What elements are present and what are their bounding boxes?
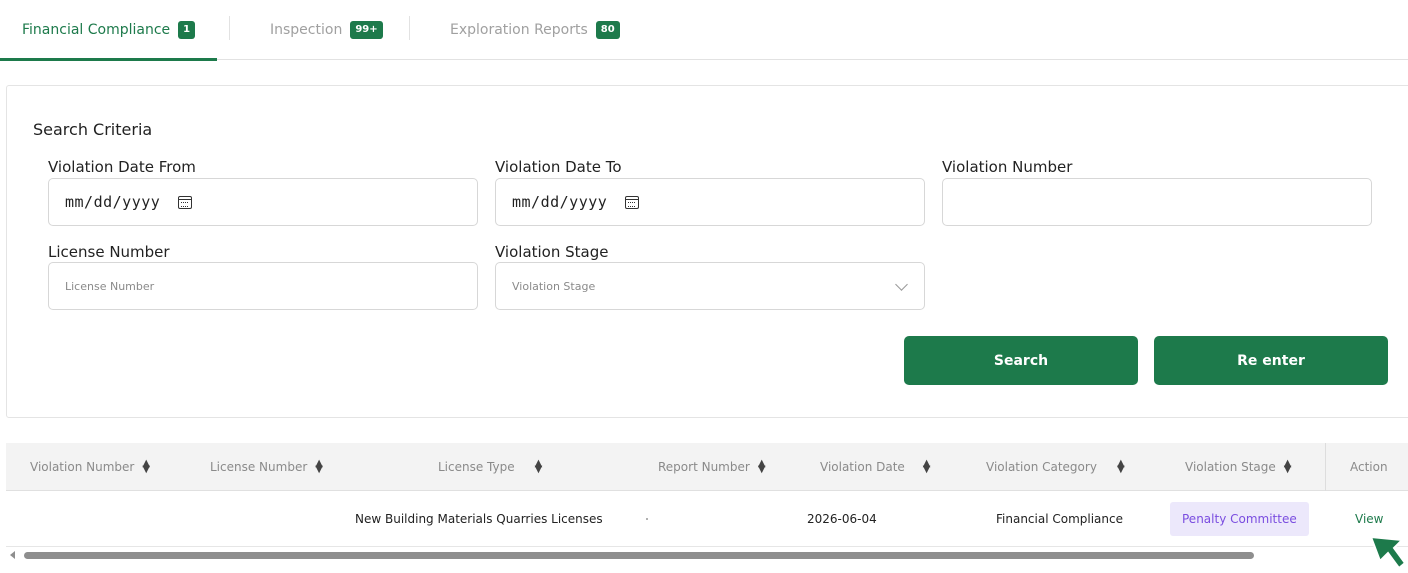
- header-report-number[interactable]: Report Number ▲ ▼: [658, 443, 766, 491]
- violation-number-label: Violation Number: [942, 158, 1073, 176]
- status-badge: Penalty Committee: [1170, 502, 1309, 536]
- cell-violation-stage: Penalty Committee: [1170, 491, 1309, 547]
- sort-icon[interactable]: ▲ ▼: [535, 459, 543, 475]
- cell-report-number: [646, 491, 648, 547]
- header-label: License Number: [210, 460, 308, 474]
- cell-violation-category: Financial Compliance: [996, 512, 1123, 526]
- tab-count-badge: 1: [178, 21, 196, 39]
- header-license-number[interactable]: License Number ▲ ▼: [210, 443, 323, 491]
- tab-divider: [409, 16, 410, 40]
- column-divider: [1325, 443, 1326, 491]
- header-license-type[interactable]: License Type ▲ ▼: [438, 443, 542, 491]
- header-label: Violation Number: [30, 460, 135, 474]
- mouse-pointer-icon: [1369, 535, 1407, 570]
- calendar-icon[interactable]: [625, 195, 640, 209]
- header-violation-stage[interactable]: Violation Stage ▲ ▼: [1185, 443, 1292, 491]
- violation-stage-select[interactable]: Violation Stage: [495, 262, 925, 310]
- tab-exploration-reports[interactable]: Exploration Reports 80: [428, 0, 642, 60]
- search-button[interactable]: Search: [904, 336, 1138, 385]
- scrollbar-thumb[interactable]: [24, 552, 1254, 559]
- violation-stage-label: Violation Stage: [495, 243, 609, 261]
- cell-license-type: New Building Materials Quarries Licenses: [355, 512, 603, 526]
- sort-icon[interactable]: ▲ ▼: [923, 459, 931, 475]
- header-label: License Type: [438, 460, 515, 474]
- license-number-input[interactable]: License Number: [48, 262, 478, 310]
- sort-icon[interactable]: ▲ ▼: [1284, 459, 1292, 475]
- table-row: New Building Materials Quarries Licenses…: [6, 491, 1408, 547]
- view-link[interactable]: View: [1355, 512, 1383, 526]
- header-label: Violation Stage: [1185, 460, 1276, 474]
- header-violation-number[interactable]: Violation Number ▲ ▼: [30, 443, 150, 491]
- cell-violation-date: 2026-06-04: [807, 512, 877, 526]
- header-label: Violation Category: [986, 460, 1097, 474]
- header-label: Report Number: [658, 460, 750, 474]
- date-to-label: Violation Date To: [495, 158, 622, 176]
- tab-financial-compliance[interactable]: Financial Compliance 1: [0, 0, 218, 61]
- date-from-label: Violation Date From: [48, 158, 196, 176]
- license-number-placeholder: License Number: [65, 279, 155, 293]
- tab-label: Exploration Reports: [450, 22, 588, 38]
- header-label: Violation Date: [820, 460, 905, 474]
- date-from-value: mm/dd/yyyy: [65, 193, 161, 211]
- tab-count-badge: 99+: [350, 21, 383, 39]
- violation-stage-placeholder: Violation Stage: [512, 279, 596, 293]
- license-number-label: License Number: [48, 243, 170, 261]
- header-action: Action: [1350, 460, 1388, 474]
- panel-title: Search Criteria: [33, 120, 153, 139]
- tab-label: Inspection: [270, 22, 343, 38]
- sort-icon[interactable]: ▲ ▼: [758, 459, 766, 475]
- scroll-left-arrow-icon[interactable]: [10, 551, 15, 559]
- empty-marker: [646, 518, 648, 520]
- calendar-icon[interactable]: [178, 195, 193, 209]
- tab-divider: [229, 16, 230, 40]
- sort-icon[interactable]: ▲ ▼: [315, 459, 323, 475]
- horizontal-scrollbar[interactable]: [6, 548, 1408, 562]
- date-to-input[interactable]: mm/dd/yyyy: [495, 178, 925, 226]
- tab-bar: Financial Compliance 1 Inspection 99+ Ex…: [0, 0, 1408, 61]
- sort-icon[interactable]: ▲ ▼: [1117, 459, 1125, 475]
- search-criteria-panel: Search Criteria Violation Date From mm/d…: [6, 85, 1408, 418]
- tab-inspection[interactable]: Inspection 99+: [248, 0, 405, 60]
- table-header: Violation Number ▲ ▼ License Number ▲ ▼ Li…: [6, 443, 1408, 491]
- tab-label: Financial Compliance: [22, 22, 171, 38]
- violation-number-input[interactable]: [942, 178, 1372, 226]
- sort-icon[interactable]: ▲ ▼: [142, 459, 150, 475]
- reenter-button[interactable]: Re enter: [1154, 336, 1388, 385]
- date-to-value: mm/dd/yyyy: [512, 193, 608, 211]
- tab-count-badge: 80: [595, 21, 620, 39]
- header-violation-date[interactable]: Violation Date ▲ ▼: [820, 443, 931, 491]
- chevron-down-icon: [895, 278, 908, 291]
- date-from-input[interactable]: mm/dd/yyyy: [48, 178, 478, 226]
- header-violation-category[interactable]: Violation Category ▲ ▼: [986, 443, 1125, 491]
